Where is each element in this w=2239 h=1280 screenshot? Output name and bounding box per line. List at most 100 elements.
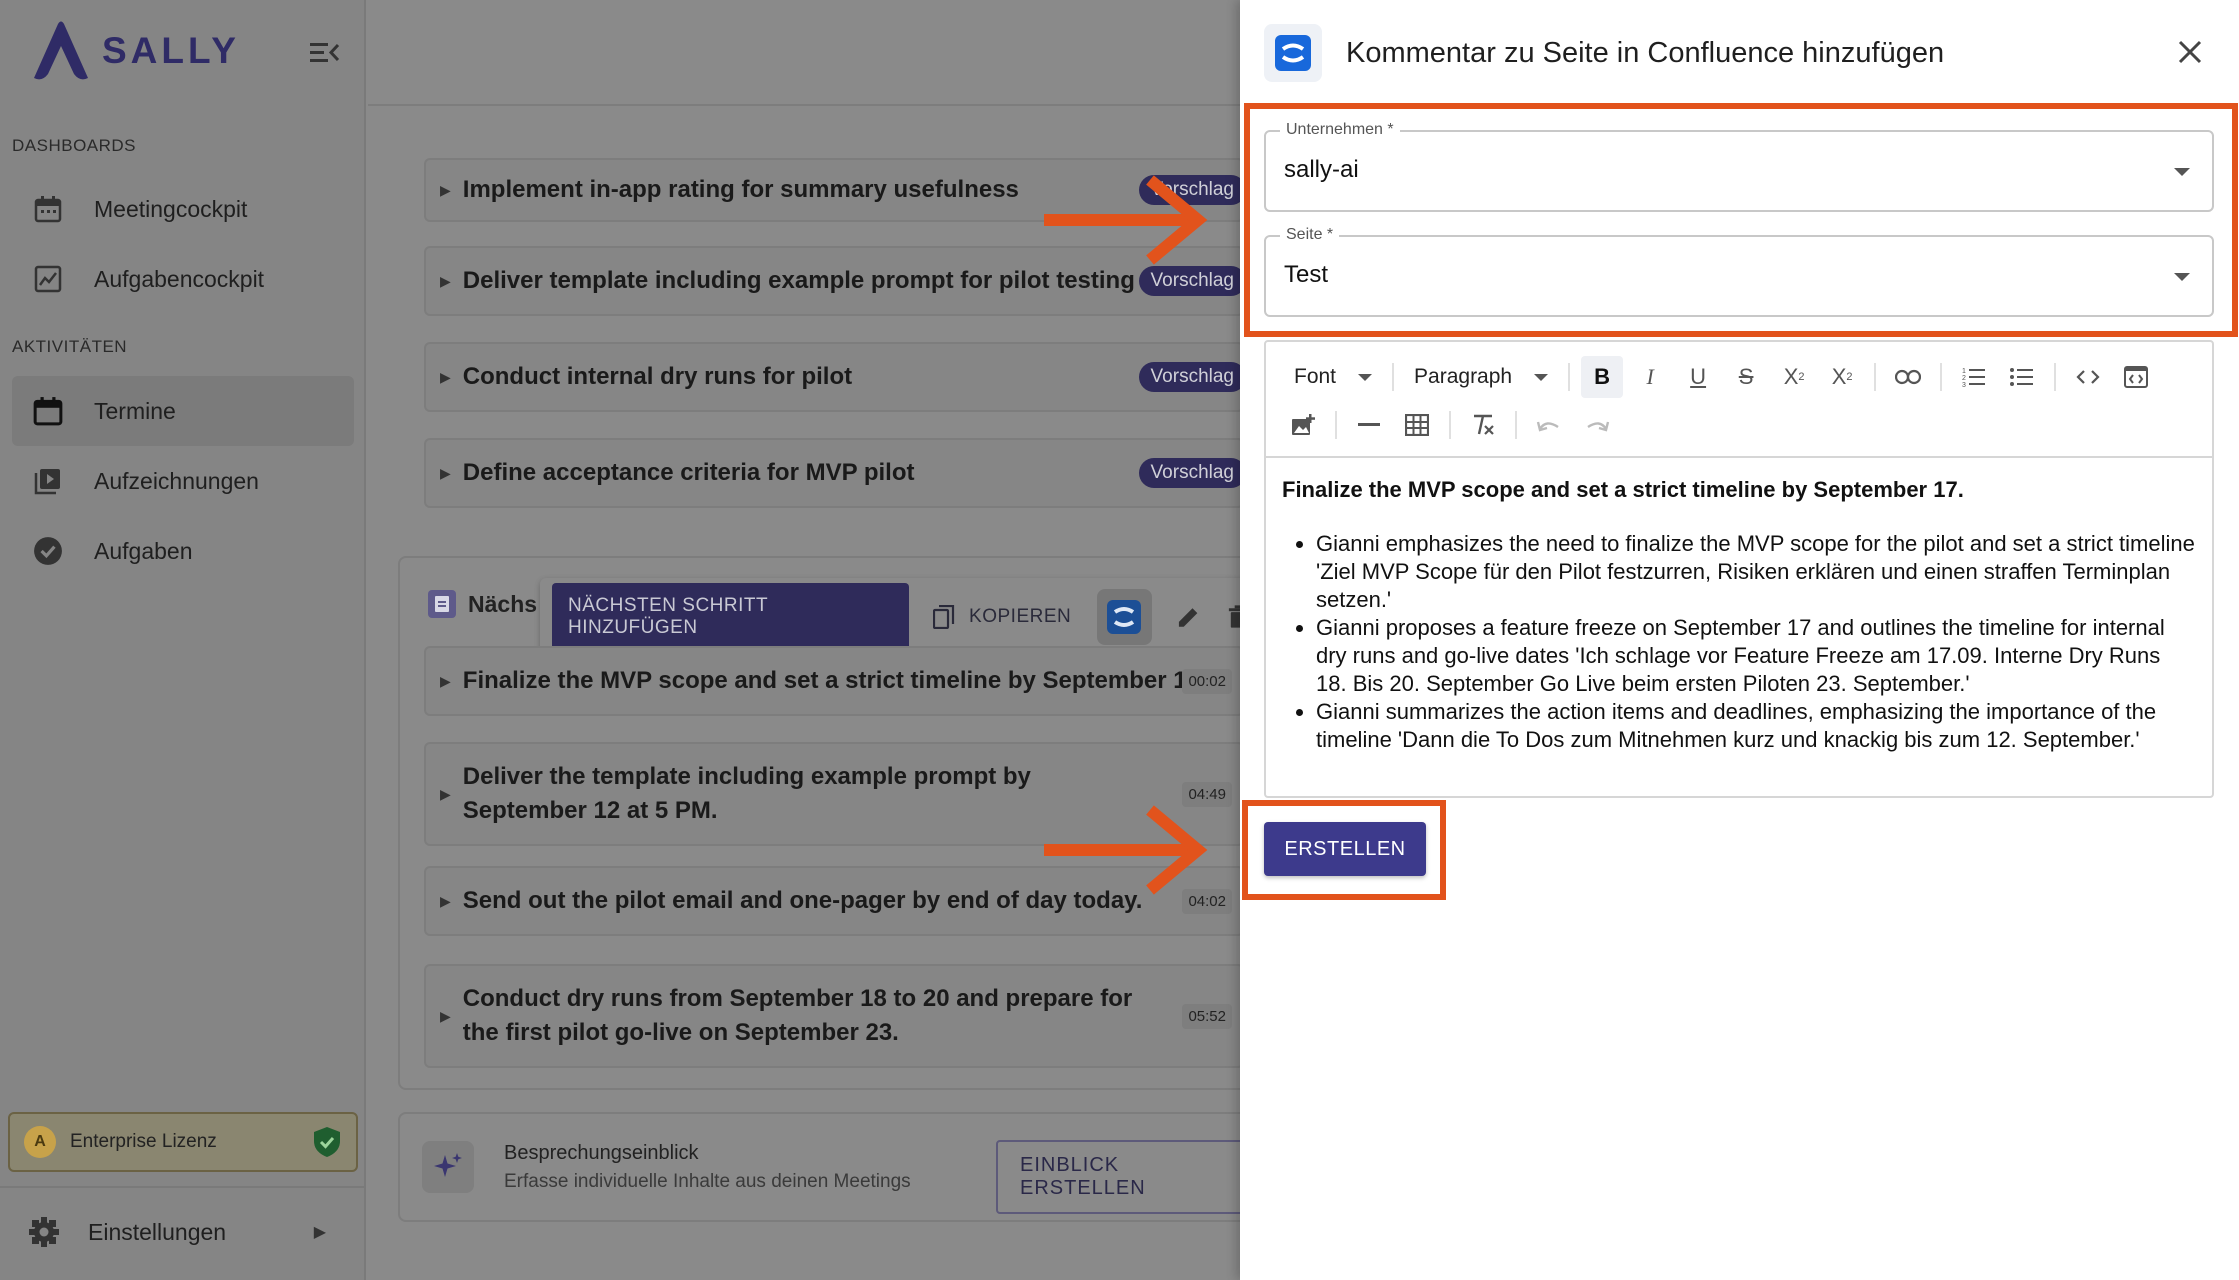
sidebar-item-label: Aufgaben (94, 537, 193, 564)
dropdown-arrow-icon (2174, 273, 2190, 281)
clear-format-icon[interactable] (1462, 404, 1504, 446)
expand-caret-icon[interactable]: ▶ (440, 182, 451, 199)
gear-icon (29, 1217, 59, 1247)
menu-collapse-icon[interactable] (310, 40, 340, 64)
timestamp-badge[interactable]: 00:02 (1182, 668, 1232, 694)
page-value: Test (1284, 261, 1329, 288)
caret-down-icon (1534, 373, 1549, 381)
bullet-list-icon[interactable] (2001, 356, 2043, 398)
next-step-card[interactable]: ▶ Finalize the MVP scope and set a stric… (424, 646, 1244, 716)
horizontal-rule-icon[interactable] (1348, 404, 1390, 446)
sidebar-item-aufzeichnungen[interactable]: Aufzeichnungen (12, 446, 354, 516)
toolbar-divider (1335, 411, 1337, 439)
copy-icon (933, 605, 955, 629)
redo-icon[interactable] (1576, 404, 1618, 446)
annotation-arrow-icon (1044, 805, 1208, 895)
next-steps-toolbar: NÄCHSTEN SCHRITT HINZUFÜGEN KOPIEREN (540, 578, 1250, 656)
superscript-icon[interactable]: X2 (1821, 356, 1863, 398)
editor-bullet: Gianni summarizes the action items and d… (1316, 698, 2196, 754)
toolbar-divider (1940, 363, 1943, 391)
rich-text-editor[interactable]: Font Paragraph B I U S X2 X2 1 2 3 Final… (1264, 340, 2214, 798)
sidebar-item-label: Aufgabencockpit (94, 265, 265, 292)
paragraph-select[interactable]: Paragraph (1402, 365, 1560, 389)
toolbar-divider (2054, 363, 2057, 391)
sidebar-item-aufgaben[interactable]: Aufgaben (12, 516, 354, 586)
confluence-icon (1107, 600, 1142, 634)
section-dashboards: DASHBOARDS (12, 136, 137, 155)
next-step-text: Finalize the MVP scope and set a strict … (462, 667, 1207, 694)
create-insight-button[interactable]: EINBLICK ERSTELLEN (996, 1140, 1246, 1214)
sidebar-item-aufgabencockpit[interactable]: Aufgabencockpit (12, 244, 354, 314)
company-value: sally-ai (1284, 156, 1359, 183)
check-circle-icon (32, 535, 64, 567)
suggestion-text: Define acceptance criteria for MVP pilot (462, 459, 915, 486)
settings-item[interactable]: Einstellungen ▶ (0, 1200, 366, 1264)
italic-icon[interactable]: I (1629, 356, 1671, 398)
annotation-arrow-icon (1044, 175, 1208, 265)
copy-label: KOPIEREN (969, 606, 1072, 627)
code-icon[interactable] (2067, 356, 2109, 398)
insert-image-icon[interactable] (1282, 404, 1324, 446)
next-step-text: Conduct dry runs from September 18 to 20… (462, 985, 1133, 1046)
app-logo[interactable]: SALLY (28, 20, 240, 82)
license-badge[interactable]: A Enterprise Lizenz (8, 1112, 358, 1172)
edit-icon[interactable] (1176, 604, 1201, 630)
add-next-step-button[interactable]: NÄCHSTEN SCHRITT HINZUFÜGEN (552, 583, 910, 651)
suggestion-chip: Vorschlag (1138, 458, 1246, 488)
sidebar-item-termine[interactable]: Termine (12, 376, 354, 446)
expand-caret-icon[interactable]: ▶ (440, 786, 451, 803)
expand-caret-icon[interactable]: ▶ (440, 369, 451, 386)
create-button[interactable]: ERSTELLEN (1264, 822, 1426, 876)
chart-icon (32, 263, 64, 295)
top-bar (368, 0, 1240, 106)
video-library-icon (32, 465, 64, 497)
close-icon[interactable] (2176, 38, 2204, 66)
expand-caret-icon[interactable]: ▶ (440, 1008, 451, 1025)
company-select[interactable]: Unternehmen * sally-ai (1264, 121, 2214, 212)
suggestion-card[interactable]: ▶ Conduct internal dry runs for pilot Vo… (424, 342, 1246, 412)
settings-label: Einstellungen (88, 1218, 227, 1245)
sidebar-divider (0, 1186, 366, 1188)
bold-icon[interactable]: B (1581, 356, 1624, 398)
confluence-export-button[interactable] (1097, 589, 1152, 645)
code-block-icon[interactable] (2115, 356, 2157, 398)
expand-caret-icon[interactable]: ▶ (440, 893, 451, 910)
sidebar-item-label: Aufzeichnungen (94, 467, 259, 494)
undo-icon[interactable] (1528, 404, 1570, 446)
editor-bullet: Gianni proposes a feature freeze on Sept… (1316, 614, 2196, 698)
sally-logo-icon (34, 21, 88, 80)
svg-text:3: 3 (1962, 382, 1966, 388)
link-icon[interactable] (1887, 356, 1929, 398)
next-steps-header: Nächs (428, 590, 537, 618)
table-icon[interactable] (1396, 404, 1438, 446)
font-select[interactable]: Font (1282, 365, 1384, 389)
underline-icon[interactable]: U (1677, 356, 1719, 398)
license-logo-icon: A (24, 1126, 56, 1158)
expand-caret-icon[interactable]: ▶ (440, 673, 451, 690)
sidebar-item-meetingcockpit[interactable]: Meetingcockpit (12, 174, 354, 244)
expand-caret-icon[interactable]: ▶ (440, 273, 451, 290)
svg-text:1: 1 (1962, 368, 1966, 375)
dialog-title: Kommentar zu Seite in Confluence hinzufü… (1346, 36, 1945, 69)
dialog-header: Kommentar zu Seite in Confluence hinzufü… (1264, 24, 1944, 82)
svg-text:2: 2 (1962, 375, 1966, 382)
copy-button[interactable]: KOPIEREN (933, 605, 1071, 629)
dropdown-arrow-icon (2174, 168, 2190, 176)
toolbar-divider (1392, 363, 1395, 391)
insight-subtitle: Erfasse individuelle Inhalte aus deinen … (504, 1170, 911, 1192)
editor-lead-text: Finalize the MVP scope and set a strict … (1282, 477, 1964, 502)
next-steps-title: Nächs (468, 590, 538, 617)
toolbar-divider (1449, 411, 1451, 439)
subscript-icon[interactable]: X2 (1773, 356, 1815, 398)
next-step-card[interactable]: ▶ Conduct dry runs from September 18 to … (424, 964, 1244, 1068)
suggestion-card[interactable]: ▶ Define acceptance criteria for MVP pil… (424, 438, 1246, 508)
strikethrough-icon[interactable]: S (1725, 356, 1767, 398)
ordered-list-icon[interactable]: 123 (1953, 356, 1995, 398)
license-label: Enterprise Lizenz (70, 1131, 217, 1152)
page-select[interactable]: Seite * Test (1264, 226, 2214, 317)
expand-caret-icon[interactable]: ▶ (440, 465, 451, 482)
calendar-icon (32, 193, 64, 225)
timestamp-badge[interactable]: 05:52 (1182, 1003, 1232, 1029)
font-select-label: Font (1294, 365, 1337, 388)
editor-content[interactable]: Finalize the MVP scope and set a strict … (1266, 458, 2212, 772)
